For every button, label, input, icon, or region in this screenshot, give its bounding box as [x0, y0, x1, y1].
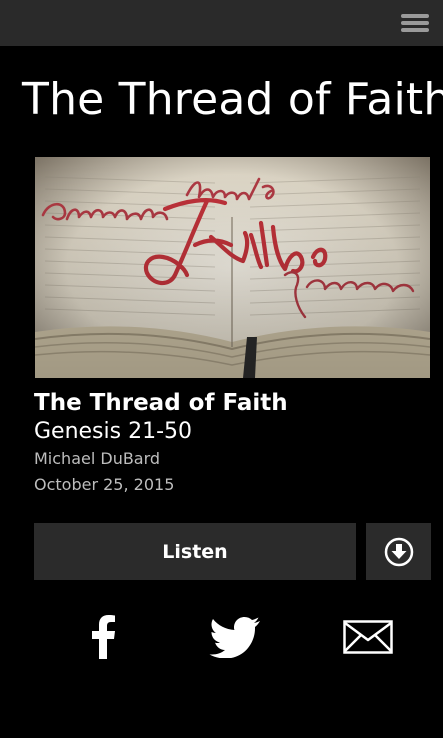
twitter-icon [209, 617, 260, 658]
listen-button[interactable]: Listen [34, 523, 356, 580]
scripture-passage: Genesis 21-50 [34, 419, 193, 444]
hamburger-menu-icon[interactable] [399, 12, 431, 34]
email-icon [343, 620, 393, 654]
speaker-name: Michael DuBard [34, 449, 161, 468]
twitter-share-button[interactable] [207, 612, 263, 662]
sermon-artwork [35, 157, 430, 378]
facebook-share-button[interactable] [82, 612, 124, 662]
facebook-icon [92, 615, 115, 659]
email-share-button[interactable] [340, 612, 396, 662]
top-app-bar [0, 0, 443, 46]
sermon-date: October 25, 2015 [34, 475, 175, 494]
page-title: The Thread of Faith [22, 74, 443, 125]
sermon-series-title: The Thread of Faith [34, 390, 288, 416]
download-button[interactable] [366, 523, 431, 580]
download-circle-icon [384, 537, 413, 566]
